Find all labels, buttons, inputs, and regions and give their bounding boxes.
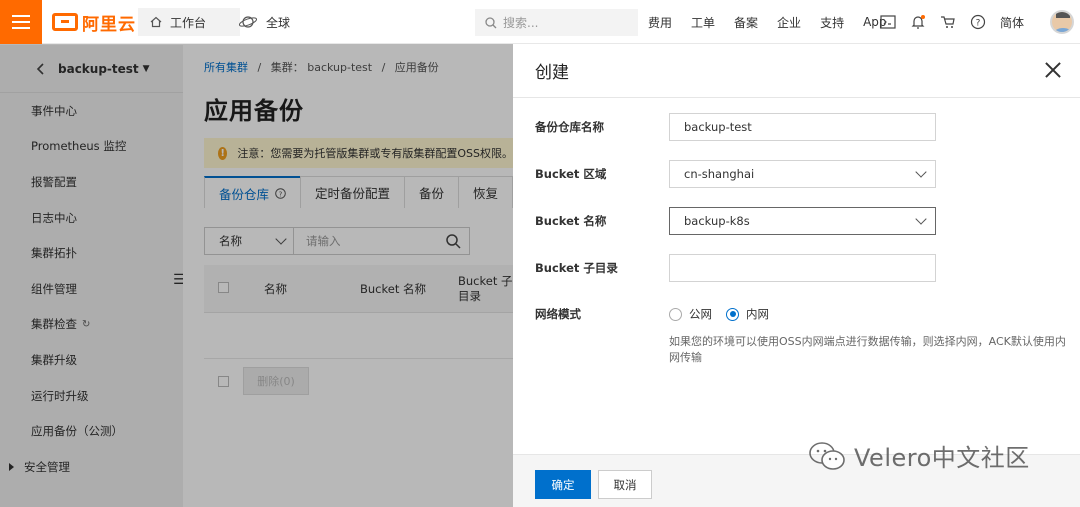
form-row-network-mode: 网络模式 公网 内网 <box>535 306 769 322</box>
aliyun-logo-icon <box>52 13 78 31</box>
aliyun-logo[interactable]: 阿里云 <box>52 10 136 35</box>
radio-internal[interactable]: 内网 <box>726 306 769 322</box>
top-link-icp[interactable]: 备案 <box>734 14 758 31</box>
cart-icon[interactable] <box>940 15 956 29</box>
modal-overlay[interactable] <box>0 44 513 507</box>
cancel-button[interactable]: 取消 <box>598 470 652 499</box>
network-mode-hint: 如果您的环境可以使用OSS内网端点进行数据传输，则选择内网，ACK默认使用内网传… <box>669 335 1066 364</box>
radio-public[interactable]: 公网 <box>669 306 712 322</box>
top-link-support[interactable]: 支持 <box>820 14 844 31</box>
search-placeholder: 搜索... <box>503 16 539 30</box>
top-link-enterprise[interactable]: 企业 <box>777 14 801 31</box>
region-label: 全球 <box>266 15 291 30</box>
radio-public-label: 公网 <box>689 307 712 321</box>
logo-text: 阿里云 <box>82 14 136 35</box>
top-link-ticket[interactable]: 工单 <box>691 14 715 31</box>
home-icon <box>150 16 162 28</box>
bucket-region-label: Bucket 区域 <box>535 167 607 181</box>
watermark-text: Velero中文社区 <box>854 444 1030 472</box>
wechat-icon <box>809 441 845 470</box>
bucket-region-select[interactable]: cn-shanghai <box>669 160 936 188</box>
workbench-label: 工作台 <box>170 15 207 30</box>
confirm-button[interactable]: 确定 <box>535 470 591 499</box>
bucket-subdir-input[interactable] <box>669 254 936 282</box>
repo-name-value: backup-test <box>684 120 752 134</box>
bucket-subdir-label: Bucket 子目录 <box>535 261 618 275</box>
drawer-title: 创建 <box>535 63 569 83</box>
radio-internal-dot[interactable] <box>726 307 739 321</box>
radio-public-dot[interactable] <box>669 307 682 321</box>
form-row-bucket-region: Bucket 区域 cn-shanghai <box>535 160 936 188</box>
help-icon[interactable]: ? <box>970 14 986 30</box>
language-switch[interactable]: 简体 <box>1000 14 1024 31</box>
svg-text:?: ? <box>976 19 981 29</box>
hamburger-menu-button[interactable] <box>0 0 42 44</box>
bucket-name-label: Bucket 名称 <box>535 214 607 228</box>
watermark: Velero中文社区 <box>808 438 1030 473</box>
network-mode-label: 网络模式 <box>535 307 581 321</box>
bucket-region-value: cn-shanghai <box>684 167 755 181</box>
global-search-input[interactable]: 搜索... <box>475 9 638 36</box>
region-selector[interactable]: 全球 <box>238 8 290 36</box>
chevron-down-icon <box>915 166 927 178</box>
bucket-name-select[interactable]: backup-k8s <box>669 207 936 235</box>
globe-icon <box>238 16 258 28</box>
form-row-bucket-name: Bucket 名称 backup-k8s <box>535 207 936 235</box>
top-icons: ? 简体 <box>880 0 1024 44</box>
workbench-button[interactable]: 工作台 <box>138 8 240 36</box>
create-repository-drawer: 创建 备份仓库名称 backup-test Bucket 区域 cn-shang… <box>513 44 1080 507</box>
bell-icon[interactable] <box>910 14 926 30</box>
top-link-cost[interactable]: 费用 <box>648 14 672 31</box>
top-navigation-bar: 阿里云 工作台 全球 搜索... 费用 工单 备案 企业 支持 App ? 简体 <box>0 0 1080 44</box>
form-row-bucket-subdir: Bucket 子目录 <box>535 254 936 282</box>
search-icon <box>485 16 497 28</box>
radio-internal-label: 内网 <box>746 307 769 321</box>
top-links: 费用 工单 备案 企业 支持 App <box>648 0 887 44</box>
network-mode-radio-group: 公网 内网 <box>669 306 769 322</box>
close-icon[interactable] <box>1044 61 1062 79</box>
form-row-repo-name: 备份仓库名称 backup-test <box>535 113 936 141</box>
repo-name-input[interactable]: backup-test <box>669 113 936 141</box>
user-avatar[interactable] <box>1050 10 1074 34</box>
repo-name-label: 备份仓库名称 <box>535 120 604 134</box>
bucket-name-value: backup-k8s <box>684 214 750 228</box>
chevron-down-icon <box>915 213 927 225</box>
terminal-icon[interactable] <box>880 15 896 29</box>
drawer-header: 创建 <box>513 44 1080 98</box>
